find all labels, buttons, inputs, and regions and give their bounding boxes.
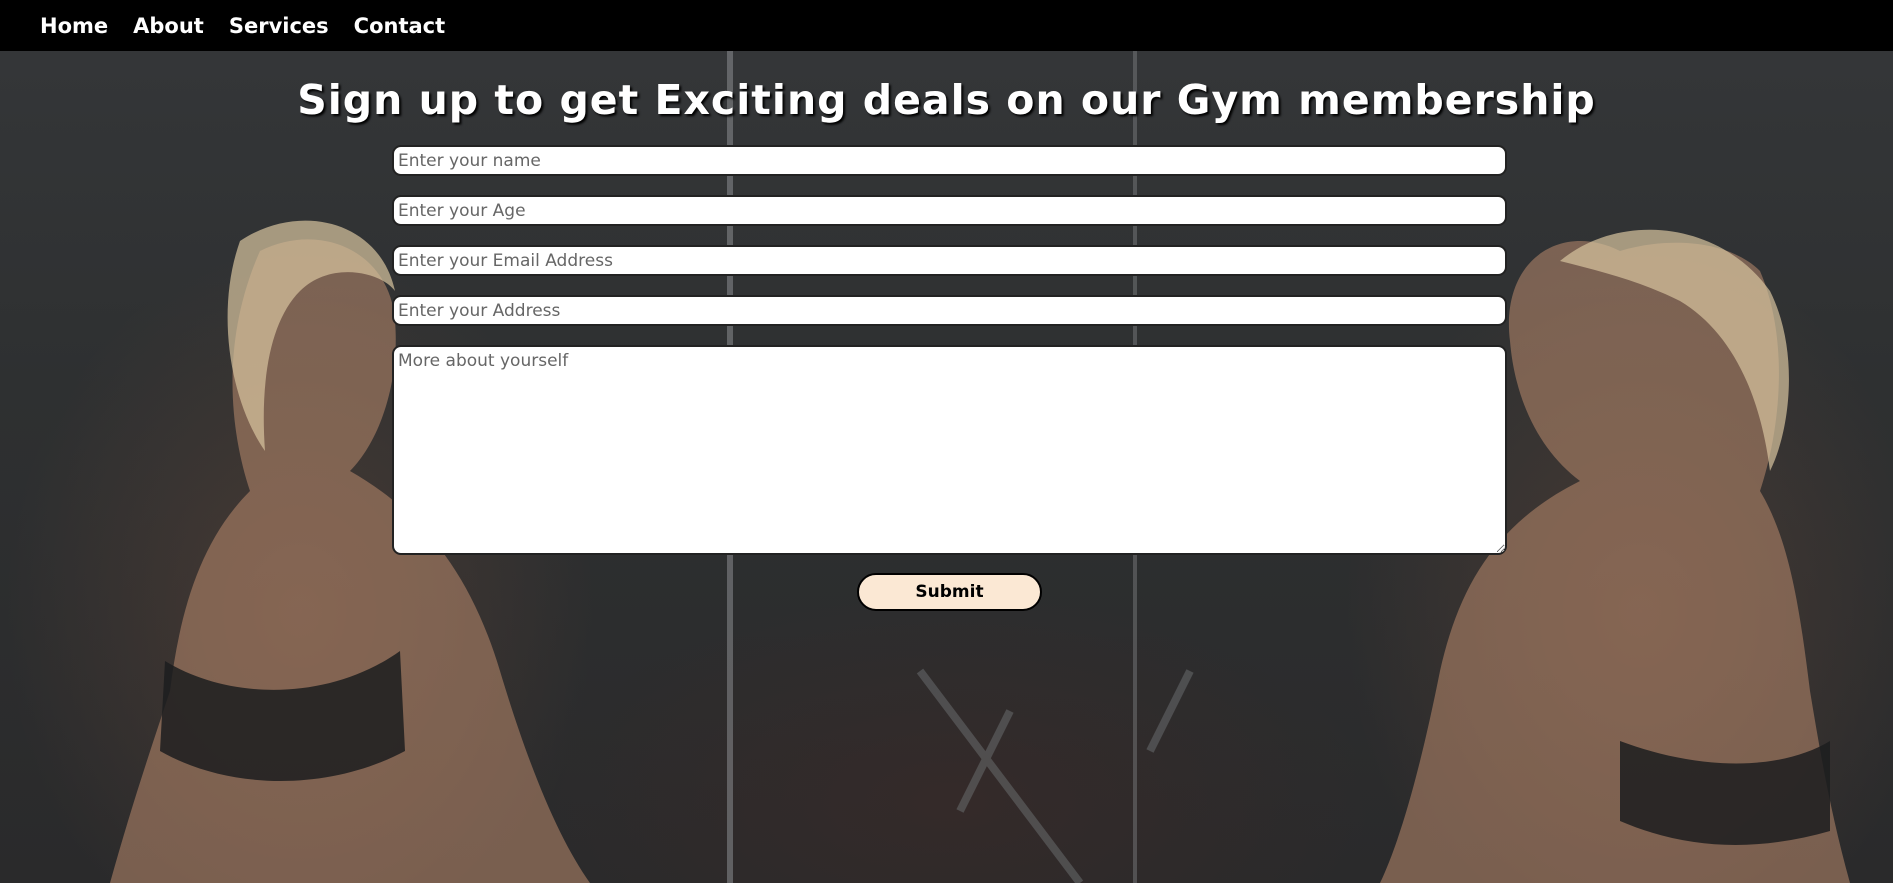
name-input[interactable] xyxy=(392,145,1507,176)
age-input[interactable] xyxy=(392,195,1507,226)
email-input[interactable] xyxy=(392,245,1507,276)
about-textarea[interactable] xyxy=(392,345,1507,555)
signup-heading: Sign up to get Exciting deals on our Gym… xyxy=(297,76,1596,124)
page: Home About Services Contact Sign up to g… xyxy=(0,0,1893,883)
submit-button[interactable]: Submit xyxy=(857,573,1042,611)
nav-contact-link[interactable]: Contact xyxy=(354,14,446,38)
nav-home-link[interactable]: Home xyxy=(40,14,108,38)
nav-services-link[interactable]: Services xyxy=(229,14,329,38)
address-input[interactable] xyxy=(392,295,1507,326)
nav-about-link[interactable]: About xyxy=(133,14,204,38)
top-navbar: Home About Services Contact xyxy=(0,0,1893,51)
